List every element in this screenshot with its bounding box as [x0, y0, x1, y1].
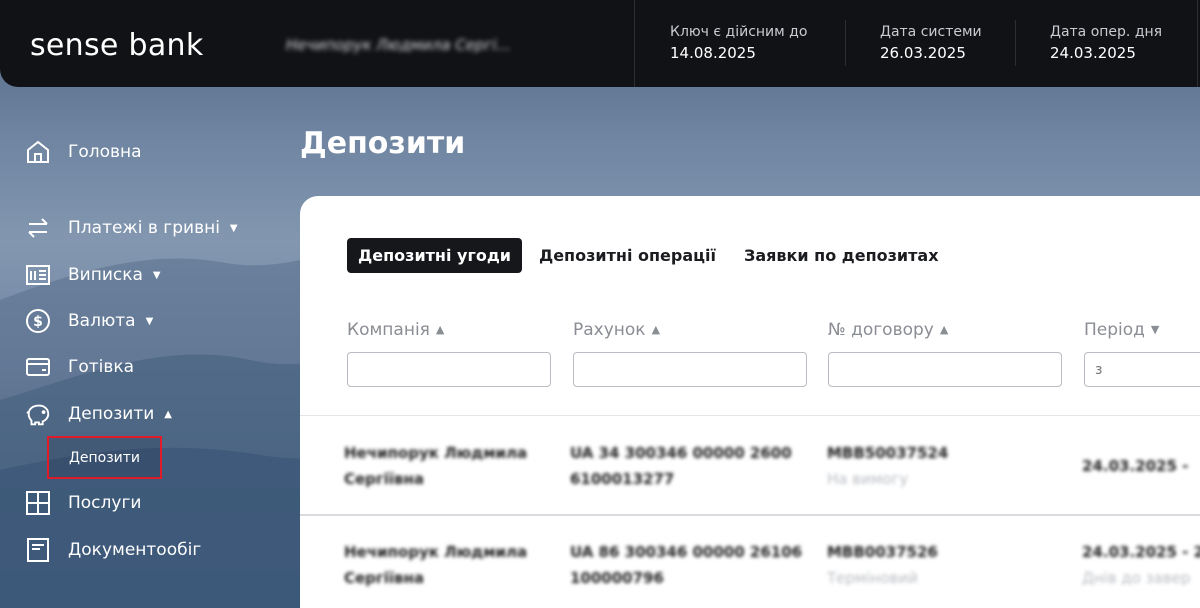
table-cell-contract[interactable]: MBB50037524 На вимогу: [827, 440, 948, 492]
account-filter-input[interactable]: [573, 352, 807, 387]
sidebar: Головна Платежі в гривні ▼ Виписка ▼ $ В…: [0, 87, 300, 608]
sort-icon: ▲: [651, 323, 661, 336]
dollar-icon: $: [24, 307, 52, 335]
period-column-header[interactable]: Період ▼: [1084, 320, 1159, 340]
company-column-header[interactable]: Компанія ▲: [347, 320, 444, 340]
contract-filter-input[interactable]: [828, 352, 1062, 387]
table-cell-period: 24.03.2025 -: [1082, 453, 1188, 479]
sidebar-item-label: Готівка: [68, 357, 135, 377]
key-validity-block: Ключ є дійсним до 14.08.2025: [670, 24, 807, 62]
user-name[interactable]: Нечипорук Людмила Сергі...: [286, 36, 511, 54]
company-name: Нечипорук Людмила: [344, 444, 528, 462]
sidebar-item-label: Головна: [68, 142, 142, 162]
sidebar-item-currency[interactable]: $ Валюта ▼: [24, 307, 153, 335]
account-number: 6100013277: [570, 470, 675, 488]
account-column-header[interactable]: Рахунок ▲: [573, 320, 660, 340]
contract-label: № договору: [828, 320, 934, 340]
table-cell-period: 24.03.2025 - 2 Днів до завер: [1082, 539, 1200, 591]
page-title: Депозити: [300, 126, 466, 161]
system-date-label: Дата системи: [880, 24, 982, 40]
sidebar-subitem-label: Депозити: [68, 449, 141, 466]
period-label: Період: [1084, 320, 1145, 340]
deposits-card: Депозитні угоди Депозитні операції Заявк…: [300, 196, 1200, 608]
chevron-down-icon: ▼: [152, 269, 161, 281]
chevron-down-icon: ▼: [229, 222, 238, 234]
company-label: Компанія: [347, 320, 430, 340]
account-label: Рахунок: [573, 320, 646, 340]
wallet-icon: [24, 353, 52, 381]
company-filter-input[interactable]: [347, 352, 551, 387]
contract-column-header[interactable]: № договору ▲: [828, 320, 948, 340]
tab-deposit-agreements[interactable]: Депозитні угоди: [347, 238, 522, 273]
days-remaining: Днів до завер: [1082, 569, 1191, 587]
sidebar-item-statement[interactable]: Виписка ▼: [24, 261, 161, 289]
sidebar-item-label: Послуги: [68, 493, 142, 513]
sidebar-item-label: Документообіг: [68, 540, 202, 560]
bank-logo[interactable]: sense bank: [30, 28, 204, 63]
table-cell-account: UA 86 300346 00000 26106 100000796: [570, 539, 802, 591]
sidebar-item-services[interactable]: Послуги: [24, 489, 141, 517]
svg-text:$: $: [33, 314, 43, 330]
transfer-arrows-icon: [24, 214, 52, 242]
oper-day-block: Дата опер. дня 24.03.2025: [1050, 24, 1162, 62]
table-cell-company: Нечипорук Людмила Сергіївна: [344, 539, 527, 591]
account-number: UA 86 300346 00000 26106: [570, 543, 803, 561]
sidebar-item-home[interactable]: Головна: [24, 138, 142, 166]
company-name: Сергіївна: [344, 470, 425, 488]
home-icon: [24, 138, 52, 166]
top-header: sense bank Нечипорук Людмила Сергі... Кл…: [0, 0, 1200, 87]
sidebar-item-label: Виписка: [68, 265, 143, 285]
contract-number: MBB0037526: [827, 543, 938, 561]
key-valid-value: 14.08.2025: [670, 44, 756, 62]
tab-deposit-operations[interactable]: Депозитні операції: [528, 238, 727, 273]
contract-number: MBB50037524: [827, 444, 949, 462]
period-value: 24.03.2025 -: [1082, 457, 1189, 475]
sort-icon: ▲: [939, 323, 949, 336]
header-divider: [845, 20, 846, 66]
sort-down-icon: ▼: [1150, 323, 1160, 336]
sidebar-item-payments[interactable]: Платежі в гривні ▼: [24, 214, 238, 242]
tabs: Депозитні угоди Депозитні операції Заявк…: [347, 238, 956, 273]
header-divider: [634, 0, 635, 87]
key-valid-label: Ключ є дійсним до: [670, 24, 808, 40]
system-date-value: 26.03.2025: [880, 44, 966, 62]
sidebar-subitem-deposits[interactable]: Депозити: [47, 436, 162, 479]
contract-type: На вимогу: [827, 470, 909, 488]
grid-icon: [24, 489, 52, 517]
chevron-down-icon: ▼: [145, 315, 154, 327]
contract-type: Терміновий: [827, 569, 918, 587]
oper-day-value: 24.03.2025: [1050, 44, 1136, 62]
company-name: Сергіївна: [344, 569, 425, 587]
table-cell-contract[interactable]: MBB0037526 Терміновий: [827, 539, 938, 591]
table-cell-account: UA 34 300346 00000 2600 6100013277: [570, 440, 792, 492]
document-icon: [24, 536, 52, 564]
table-row-divider: [300, 514, 1200, 516]
sidebar-item-deposits[interactable]: Депозити ▲: [24, 400, 172, 428]
account-number: UA 34 300346 00000 2600: [570, 444, 792, 462]
period-from-input[interactable]: [1084, 352, 1200, 387]
tab-deposit-requests[interactable]: Заявки по депозитах: [733, 238, 950, 273]
company-name: Нечипорук Людмила: [344, 543, 528, 561]
sidebar-item-label: Депозити: [68, 404, 155, 424]
sidebar-item-documents[interactable]: Документообіг: [24, 536, 201, 564]
piggy-bank-icon: [24, 400, 52, 428]
header-divider: [1197, 0, 1198, 87]
chevron-up-icon: ▲: [164, 408, 172, 420]
header-divider: [1015, 20, 1016, 66]
oper-day-label: Дата опер. дня: [1050, 24, 1163, 40]
sort-icon: ▲: [435, 323, 445, 336]
account-number: 100000796: [570, 569, 664, 587]
sidebar-item-cash[interactable]: Готівка: [24, 353, 134, 381]
table-cell-company: Нечипорук Людмила Сергіївна: [344, 440, 527, 492]
sidebar-item-label: Платежі в гривні: [68, 218, 220, 238]
table-header-divider: [300, 415, 1200, 416]
period-value: 24.03.2025 - 2: [1082, 543, 1200, 561]
system-date-block: Дата системи 26.03.2025: [880, 24, 982, 62]
sidebar-item-label: Валюта: [68, 311, 136, 331]
statement-icon: [24, 261, 52, 289]
